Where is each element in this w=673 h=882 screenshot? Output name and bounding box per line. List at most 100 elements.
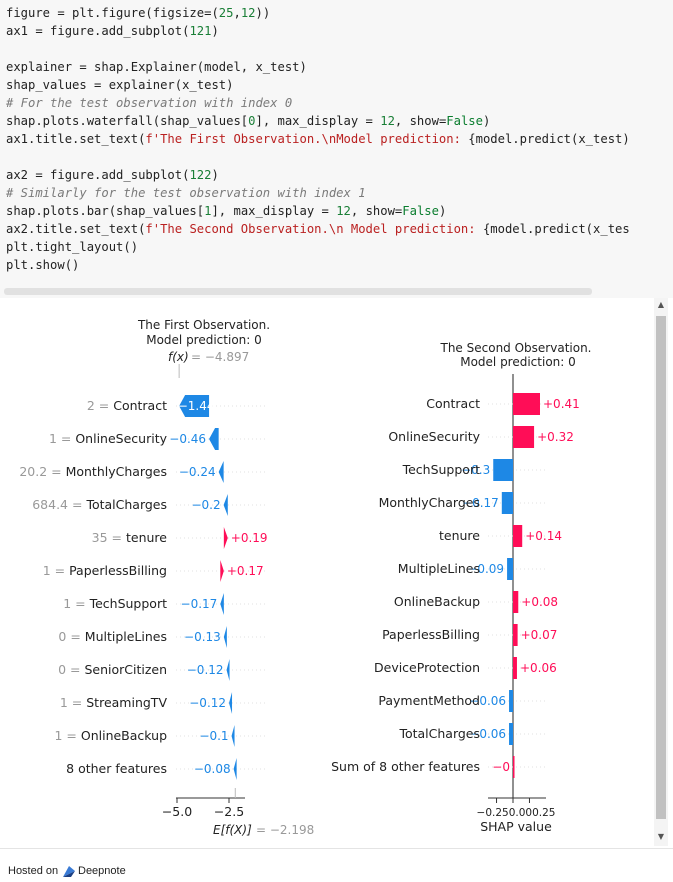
feature-name: MultipleLines (85, 629, 167, 644)
feature-value: 35 = (92, 530, 126, 545)
bar-value-label: −0.17 (181, 597, 218, 611)
feature-value: 0 = (58, 629, 84, 644)
code-token: 12 (336, 204, 351, 218)
ex-label: E[f(X)] (213, 823, 252, 837)
code-line: ax2.title.set_text(f'The Second Observat… (6, 220, 630, 238)
code-editor[interactable]: figure = plt.figure(figsize=(25,12)) ax1 … (6, 4, 630, 274)
feature-name: Contract (113, 398, 167, 413)
fx-label: f(x) (168, 350, 189, 364)
code-token: ) (211, 24, 219, 38)
code-token: , (233, 6, 241, 20)
feature-label: OnlineSecurity (388, 429, 480, 444)
code-token: ax2 = figure.add_subplot( (6, 168, 190, 182)
code-token: 122 (189, 168, 212, 182)
waterfall-bar (226, 659, 230, 681)
code-token: , show= (394, 114, 447, 128)
feature-value: 1 = (63, 596, 89, 611)
code-line: plt.tight_layout() (6, 238, 630, 256)
bar-value-label: +0.41 (543, 397, 580, 411)
fx-value: = −4.897 (191, 350, 249, 364)
shap-bar (507, 558, 513, 580)
feature-label: 20.2 = MonthlyCharges (19, 464, 167, 479)
shap-bar (513, 657, 517, 679)
code-token: plt.tight_layout() (6, 240, 139, 254)
scroll-down-icon[interactable]: ▼ (654, 832, 668, 841)
feature-value: 1 = (49, 431, 75, 446)
code-line: shap_values = explainer(x_test) (6, 76, 630, 94)
bar-value-label: −1.44 (178, 399, 215, 413)
feature-name: StreamingTV (86, 695, 167, 710)
code-token: ) (482, 114, 491, 128)
feature-name: TotalCharges (85, 497, 167, 512)
shap-bar (513, 525, 523, 547)
feature-label: tenure (439, 528, 480, 543)
code-token: ax1.title.set_text( (6, 132, 146, 146)
chart-title-line: Model prediction: 0 (146, 333, 262, 347)
vertical-scrollbar[interactable]: ▲ ▼ (654, 298, 668, 846)
shap-bar (513, 393, 540, 415)
feature-label: 684.4 = TotalCharges (32, 497, 167, 512)
waterfall-bar (223, 527, 228, 549)
shap-figure: The First Observation.Model prediction: … (19, 318, 591, 837)
scroll-up-icon[interactable]: ▲ (654, 300, 668, 309)
waterfall-bar (223, 494, 228, 516)
shap-bar (509, 690, 513, 712)
code-line: shap.plots.waterfall(shap_values[0], max… (6, 112, 630, 130)
feature-value: 1 = (43, 563, 69, 578)
shap-bar (501, 492, 513, 514)
code-line: # Similarly for the test observation wit… (6, 184, 630, 202)
feature-label: 0 = MultipleLines (58, 629, 167, 644)
feature-name: PaperlessBilling (69, 563, 167, 578)
feature-label: MonthlyCharges (379, 495, 480, 510)
feature-label: 35 = tenure (92, 530, 168, 545)
bar-value-label: +0.32 (537, 430, 574, 444)
code-token: ], max_display = (255, 114, 381, 128)
feature-name: SeniorCitizen (84, 662, 167, 677)
code-line: explainer = shap.Explainer(model, x_test… (6, 58, 630, 76)
feature-name: tenure (126, 530, 167, 545)
code-line: ax1.title.set_text(f'The First Observati… (6, 130, 630, 148)
code-token: explainer = shap.Explainer(model, x_test… (6, 60, 307, 74)
x-axis-label: SHAP value (480, 819, 552, 834)
feature-label: PaperlessBilling (382, 627, 480, 642)
bar-value-label: +0.08 (521, 595, 558, 609)
feature-label: 1 = TechSupport (63, 596, 167, 611)
bar-value-label: −0 (492, 760, 510, 774)
shap-bar (493, 459, 513, 481)
waterfall-bar (223, 626, 227, 648)
horizontal-scrollbar[interactable] (4, 288, 592, 295)
bar-value-label: −0.12 (189, 696, 226, 710)
code-line: figure = plt.figure(figsize=(25,12)) (6, 4, 630, 22)
code-token: # For the test observation with index 0 (6, 96, 293, 110)
waterfall-bar (229, 692, 233, 714)
feature-label: 1 = OnlineSecurity (49, 431, 168, 446)
feature-label: Sum of 8 other features (331, 759, 480, 774)
feature-value: 1 = (54, 728, 80, 743)
scrollbar-thumb[interactable] (656, 316, 666, 819)
feature-label: 2 = Contract (87, 398, 167, 413)
feature-label: 1 = PaperlessBilling (43, 563, 167, 578)
code-line: # For the test observation with index 0 (6, 94, 630, 112)
code-token: {model.predict(x_test) (468, 132, 630, 146)
code-token: {model.predict(x_tes (482, 222, 630, 236)
feature-label: 1 = OnlineBackup (54, 728, 167, 743)
waterfall-bar (209, 428, 219, 450)
code-token: 25 (218, 6, 234, 20)
code-token: 12 (380, 114, 395, 128)
feature-label: PaymentMethod (378, 693, 480, 708)
chart-title-line: Model prediction: 0 (460, 355, 576, 369)
code-token: ], max_display = (211, 204, 337, 218)
bar-value-label: −0.08 (194, 762, 231, 776)
deepnote-link[interactable]: Deepnote (78, 865, 126, 877)
bar-value-label: −0.12 (187, 663, 224, 677)
x-tick-label: −5.0 (162, 804, 192, 819)
code-line: ax2 = figure.add_subplot(122) (6, 166, 630, 184)
shap-bar (513, 426, 535, 448)
bar-value-label: −0.24 (179, 465, 216, 479)
shap-bar (513, 591, 519, 613)
feature-name: 8 other features (66, 761, 167, 776)
feature-name: OnlineSecurity (75, 431, 167, 446)
deepnote-logo-icon[interactable] (62, 865, 76, 878)
code-cell[interactable]: figure = plt.figure(figsize=(25,12)) ax1 … (0, 0, 673, 298)
feature-label: TechSupport (402, 462, 481, 477)
